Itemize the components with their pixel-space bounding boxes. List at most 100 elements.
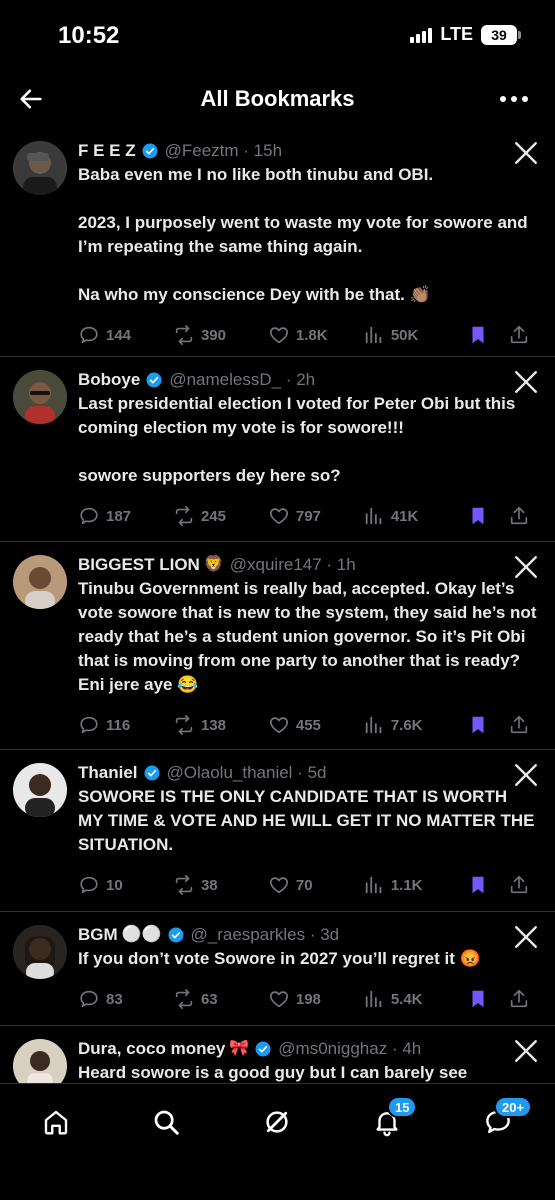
like-button[interactable]: 198 bbox=[268, 988, 363, 1010]
tweet-header: BGM ⚪⚪ @_raesparkles · 3d bbox=[78, 922, 537, 946]
bookmark-filled-icon bbox=[472, 876, 484, 894]
share-button[interactable] bbox=[508, 324, 537, 346]
tab-home[interactable] bbox=[36, 1102, 76, 1142]
views-button[interactable]: 5.4K bbox=[363, 988, 467, 1010]
view-count: 7.6K bbox=[390, 716, 423, 734]
tab-grok[interactable] bbox=[257, 1102, 297, 1142]
reply-count: 10 bbox=[106, 876, 123, 894]
tweet-header: BIGGEST LION 🦁 @xquire147 · 1h bbox=[78, 552, 537, 576]
like-button[interactable]: 455 bbox=[268, 714, 363, 736]
author-name[interactable]: BGM bbox=[78, 924, 118, 946]
view-count: 41K bbox=[390, 507, 419, 525]
reply-button[interactable]: 116 bbox=[78, 714, 173, 736]
tweet-header: F E E Z @Feeztm · 15h bbox=[78, 138, 537, 162]
author-handle[interactable]: @_raesparkles · 3d bbox=[191, 924, 340, 946]
avatar[interactable] bbox=[13, 1039, 67, 1083]
author-handle[interactable]: @Feeztm · 15h bbox=[165, 140, 282, 162]
reply-icon bbox=[80, 507, 98, 525]
tweet[interactable]: Dura, coco money 🎀 @ms0nigghaz · 4h Hear… bbox=[0, 1026, 555, 1083]
bookmarks-feed[interactable]: F E E Z @Feeztm · 15h Baba even me I no … bbox=[0, 128, 555, 1083]
repost-count: 38 bbox=[200, 876, 218, 894]
like-count: 455 bbox=[295, 716, 321, 734]
x-logo-icon[interactable] bbox=[513, 762, 539, 788]
bookmark-button[interactable] bbox=[467, 714, 508, 736]
lion-emoji: 🦁 bbox=[203, 556, 224, 573]
views-button[interactable]: 50K bbox=[363, 324, 467, 346]
reply-count: 83 bbox=[106, 990, 123, 1008]
rings-emoji: ⚪⚪ bbox=[121, 926, 162, 943]
like-button[interactable]: 70 bbox=[268, 874, 363, 896]
tab-messages[interactable]: 20+ bbox=[478, 1096, 533, 1142]
ribbon-emoji: 🎀 bbox=[229, 1040, 250, 1057]
x-logo-icon[interactable] bbox=[513, 1038, 539, 1064]
tweet[interactable]: F E E Z @Feeztm · 15h Baba even me I no … bbox=[0, 128, 555, 357]
views-button[interactable]: 1.1K bbox=[363, 874, 467, 896]
like-button[interactable]: 797 bbox=[268, 505, 363, 527]
reply-count: 187 bbox=[106, 507, 132, 525]
tweet[interactable]: BGM ⚪⚪ @_raesparkles · 3d If you don’t v… bbox=[0, 912, 555, 1026]
tab-search[interactable] bbox=[146, 1102, 186, 1142]
author-name[interactable]: F E E Z bbox=[78, 140, 136, 162]
repost-icon bbox=[175, 875, 193, 895]
avatar[interactable] bbox=[13, 370, 67, 424]
like-count: 70 bbox=[295, 876, 313, 894]
views-button[interactable]: 41K bbox=[363, 505, 467, 527]
reply-button[interactable]: 187 bbox=[78, 505, 173, 527]
tweet-actions: 83 63 198 5.4K bbox=[78, 975, 537, 1023]
views-chart-icon bbox=[365, 990, 382, 1008]
author-handle[interactable]: @Olaolu_thaniel · 5d bbox=[167, 762, 327, 784]
x-logo-icon[interactable] bbox=[513, 924, 539, 950]
share-button[interactable] bbox=[508, 874, 537, 896]
like-button[interactable]: 1.8K bbox=[268, 324, 363, 346]
author-handle[interactable]: @namelessD_ · 2h bbox=[169, 369, 315, 391]
network-label: LTE bbox=[440, 24, 473, 44]
heart-icon bbox=[269, 717, 288, 734]
bookmark-button[interactable] bbox=[467, 988, 508, 1010]
verified-badge-icon bbox=[142, 143, 158, 159]
reply-button[interactable]: 83 bbox=[78, 988, 173, 1010]
x-logo-icon[interactable] bbox=[513, 369, 539, 395]
bookmark-button[interactable] bbox=[467, 505, 508, 527]
avatar[interactable] bbox=[13, 555, 67, 609]
heart-icon bbox=[269, 508, 288, 525]
x-logo-icon[interactable] bbox=[513, 140, 539, 166]
more-options-button[interactable] bbox=[497, 84, 531, 114]
share-button[interactable] bbox=[508, 988, 537, 1010]
verified-badge-icon bbox=[146, 372, 162, 388]
avatar[interactable] bbox=[13, 925, 67, 979]
tweet[interactable]: Boboye @namelessD_ · 2h Last presidentia… bbox=[0, 357, 555, 542]
avatar[interactable] bbox=[13, 763, 67, 817]
tweet[interactable]: Thaniel @Olaolu_thaniel · 5d SOWORE IS T… bbox=[0, 750, 555, 912]
author-name[interactable]: Boboye bbox=[78, 369, 140, 391]
reply-button[interactable]: 10 bbox=[78, 874, 173, 896]
author-name[interactable]: BIGGEST LION bbox=[78, 554, 200, 576]
bottom-tab-bar: 15 20+ bbox=[0, 1083, 555, 1200]
more-horizontal-icon bbox=[500, 96, 528, 102]
views-button[interactable]: 7.6K bbox=[363, 714, 467, 736]
avatar[interactable] bbox=[13, 141, 67, 195]
x-logo-icon[interactable] bbox=[513, 554, 539, 580]
tab-notifications[interactable]: 15 bbox=[367, 1096, 418, 1142]
share-button[interactable] bbox=[508, 505, 537, 527]
reply-button[interactable]: 144 bbox=[78, 324, 173, 346]
author-name[interactable]: Thaniel bbox=[78, 762, 138, 784]
repost-button[interactable]: 390 bbox=[173, 324, 268, 346]
repost-button[interactable]: 138 bbox=[173, 714, 268, 736]
author-handle[interactable]: @ms0nigghaz · 4h bbox=[278, 1038, 421, 1060]
bookmark-button[interactable] bbox=[467, 874, 508, 896]
repost-button[interactable]: 63 bbox=[173, 988, 268, 1010]
repost-button[interactable]: 38 bbox=[173, 874, 268, 896]
tweet-actions: 187 245 797 41K bbox=[78, 492, 537, 540]
status-indicators: LTE 39 bbox=[410, 24, 521, 45]
share-button[interactable] bbox=[508, 714, 537, 736]
tweet-actions: 116 138 455 7.6K bbox=[78, 701, 537, 749]
tweet[interactable]: BIGGEST LION 🦁 @xquire147 · 1h Tinubu Go… bbox=[0, 542, 555, 750]
author-name[interactable]: Dura, coco money bbox=[78, 1038, 225, 1060]
bookmark-button[interactable] bbox=[467, 324, 508, 346]
share-icon bbox=[510, 506, 527, 525]
author-handle[interactable]: @xquire147 · 1h bbox=[230, 554, 356, 576]
like-count: 198 bbox=[295, 990, 321, 1008]
repost-button[interactable]: 245 bbox=[173, 505, 268, 527]
search-icon bbox=[154, 1110, 179, 1135]
view-count: 1.1K bbox=[390, 876, 423, 894]
